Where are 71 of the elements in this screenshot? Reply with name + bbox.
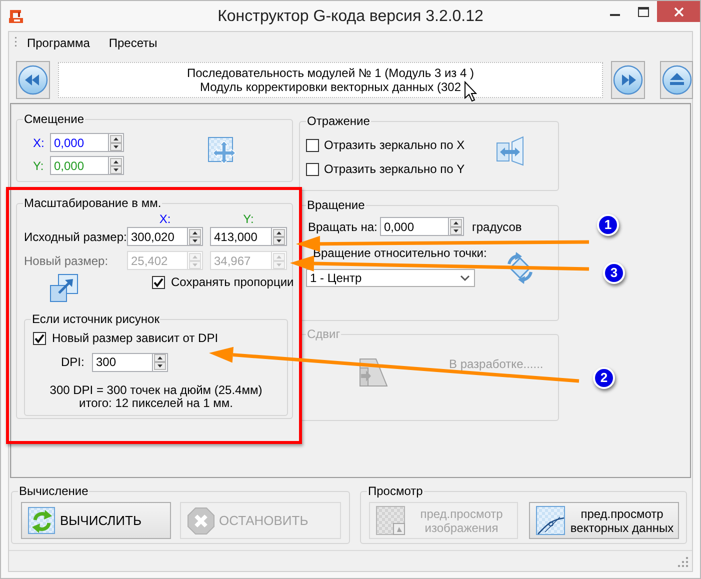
- spin-buttons[interactable]: [187, 227, 203, 246]
- window-title: Конструктор G-кода версия 3.2.0.12: [218, 7, 484, 27]
- mirror-panels-icon: [496, 136, 526, 166]
- fast-forward-icon: [613, 65, 643, 95]
- angle-label: Вращать на:: [308, 220, 378, 234]
- rewind-icon: [18, 65, 48, 95]
- info-text: итого: 12 пикселей на 1 мм.: [79, 396, 233, 410]
- next-button[interactable]: [611, 61, 645, 99]
- axis-label: Y:: [33, 158, 45, 172]
- group-title: Масштабирование в мм.: [23, 196, 162, 210]
- axis-label: X:: [159, 212, 171, 226]
- number-field[interactable]: 413,000: [210, 227, 271, 246]
- spin-buttons[interactable]: [152, 352, 168, 372]
- module-name: Модуль корректировки векторных данных (302: [200, 80, 462, 94]
- stop-octagon-icon: [187, 506, 215, 534]
- eject-button[interactable]: [660, 61, 693, 99]
- previous-button[interactable]: [16, 61, 50, 99]
- app-icon: [8, 8, 24, 24]
- action-button[interactable]: ВЫЧИСЛИТЬ: [21, 502, 171, 539]
- minimize-icon: [610, 14, 620, 16]
- unit-label: градусов: [472, 220, 522, 234]
- resize-grip-icon: [678, 557, 689, 568]
- pivot-label: Вращение относительно точки:: [313, 246, 487, 260]
- number-field[interactable]: 300: [92, 352, 152, 372]
- group-title: Вращение: [306, 198, 366, 212]
- axis-label: Y:: [243, 212, 254, 226]
- number-field[interactable]: 0,000: [50, 156, 108, 175]
- pivot-dropdown[interactable]: 1 - Центр: [306, 269, 475, 287]
- checkbox[interactable]: [306, 162, 319, 176]
- row-label: Исходный размер:: [24, 230, 127, 244]
- checkbox-label: Отразить зеркально по Y: [324, 162, 465, 176]
- menu-grip-icon: [14, 37, 17, 49]
- group-title: Смещение: [23, 112, 86, 126]
- resize-squares-icon: [50, 274, 78, 302]
- checkbox-label: Отразить зеркально по X: [324, 138, 465, 152]
- spin-buttons[interactable]: [108, 156, 124, 175]
- close-button[interactable]: [657, 1, 700, 22]
- action-button[interactable]: пред.просмотр векторных данных: [529, 502, 679, 539]
- group-title: Просмотр: [367, 484, 424, 498]
- checkbox[interactable]: [152, 276, 165, 288]
- status-note: В разработке......: [449, 358, 544, 371]
- menu-item[interactable]: Программа: [21, 34, 96, 52]
- maximize-icon: [638, 6, 648, 16]
- checkbox[interactable]: [33, 332, 46, 344]
- group-title: Сдвиг: [306, 327, 342, 341]
- group-title: Отражение: [306, 114, 371, 128]
- skew-panel-icon: [358, 358, 389, 388]
- spin-buttons[interactable]: [108, 133, 124, 152]
- axis-label: X:: [33, 136, 46, 150]
- checkbox-label: Сохранять пропорции: [171, 275, 294, 289]
- refresh-arrows-icon: [28, 506, 56, 534]
- info-text: 300 DPI = 300 точек на дюйм (25.4мм): [50, 384, 262, 396]
- checkbox-label: Новый размер зависит от DPI: [52, 331, 218, 345]
- number-field[interactable]: 300,020: [127, 227, 187, 246]
- spin-buttons[interactable]: [271, 227, 287, 246]
- menu-item[interactable]: Пресеты: [102, 34, 164, 52]
- checkbox[interactable]: [306, 138, 319, 152]
- group-title: Если источник рисунок: [31, 312, 160, 326]
- chevron-icon: [460, 274, 470, 282]
- number-field[interactable]: 0,000: [380, 217, 448, 236]
- spin-buttons[interactable]: [448, 217, 464, 236]
- eject-icon: [662, 65, 692, 95]
- image-preview-icon: [376, 506, 406, 536]
- close-icon: [674, 6, 684, 16]
- move-arrows-icon: [208, 137, 236, 164]
- dpi-label: DPI:: [61, 355, 86, 369]
- sequence-title: Последовательность модулей № 1 (Модуль 3 из 4 ): [186, 66, 474, 80]
- number-field[interactable]: 0,000: [50, 133, 108, 152]
- group-title: Вычисление: [18, 484, 90, 498]
- vector-preview-icon: [536, 506, 566, 536]
- row-label: Новый размер:: [24, 254, 110, 268]
